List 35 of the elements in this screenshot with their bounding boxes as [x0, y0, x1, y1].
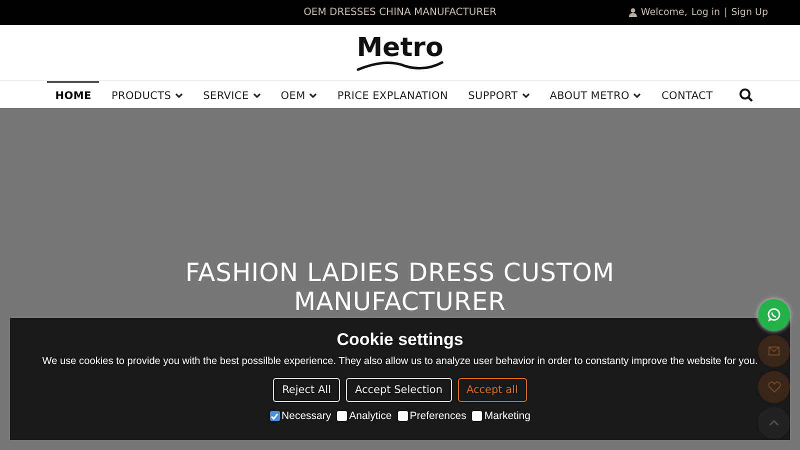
chevron-up-icon [769, 420, 779, 426]
checkbox[interactable] [270, 411, 280, 421]
search-icon[interactable] [738, 88, 753, 102]
user-icon [628, 8, 637, 17]
checkbox-label: Preferences [410, 410, 466, 422]
checkbox-label: Marketing [484, 410, 530, 422]
checkbox-label: Analytice [349, 410, 392, 422]
cookie-button[interactable]: Accept all [458, 378, 527, 402]
nav-item[interactable]: PRODUCTS [103, 81, 192, 108]
nav-item[interactable]: PRICE EXPLANATION [329, 81, 456, 108]
checkbox[interactable] [337, 411, 348, 421]
nav-item[interactable]: SUPPORT [460, 81, 538, 108]
mail-icon [768, 346, 780, 356]
checkbox-label: Necessary [282, 410, 332, 422]
cookie-text: We use cookies to provide you with the best possilble experience. They also allow us to analyze user behavior in order to constanty improve the website for you. [42, 355, 758, 369]
chat-button[interactable] [758, 299, 790, 331]
welcome-text: Welcome, [640, 7, 688, 18]
login-link[interactable]: Log in [691, 7, 720, 18]
nav-item[interactable]: CONTACT [653, 81, 721, 108]
separator: | [724, 7, 728, 18]
cookie-title: Cookie settings [336, 330, 464, 350]
cookie-button[interactable]: Reject All [273, 378, 340, 402]
checkbox[interactable] [472, 411, 482, 421]
hero-title: FASHION LADIES DRESS CUSTOM MANUFACTURER [184, 258, 616, 316]
cookie-button[interactable]: Accept Selection [346, 378, 452, 402]
nav-item[interactable]: OEM [272, 81, 326, 108]
checkbox[interactable] [398, 411, 408, 421]
heart-icon [768, 381, 780, 393]
signup-link[interactable]: Sign Up [731, 7, 768, 18]
logo[interactable]: Metro [351, 32, 449, 74]
nav-item[interactable]: SERVICE [195, 81, 269, 108]
nav-item[interactable]: HOME [47, 81, 100, 108]
tagline: OEM DRESSES CHINA MANUFACTURER [304, 7, 496, 18]
nav-item[interactable]: ABOUT METRO [542, 81, 650, 108]
chat-icon [766, 307, 782, 323]
